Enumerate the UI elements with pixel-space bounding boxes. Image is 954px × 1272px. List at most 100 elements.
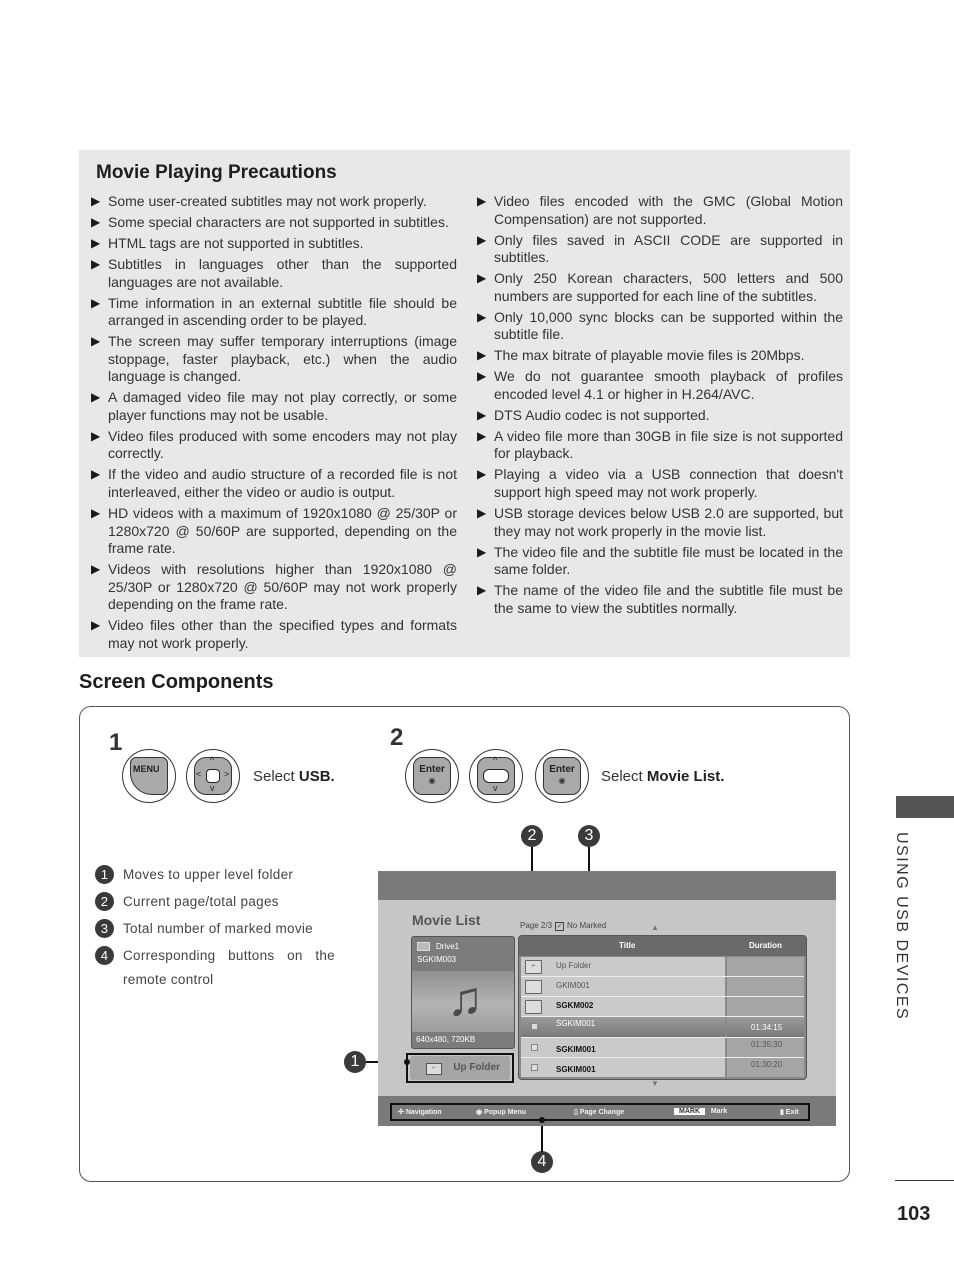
precaution-text: Some special characters are not supporte… [108, 213, 449, 230]
checkbox[interactable] [531, 1023, 538, 1030]
preview-panel: Drive1 SGKIM003 ♫ 640x480, 720KB [411, 936, 515, 1049]
checkbox[interactable] [531, 1064, 538, 1071]
preview-file-name: SGKIM003 [417, 955, 457, 964]
nav-pad-icon: ^ v < > [186, 749, 240, 803]
movie-list-title: Movie List [412, 912, 481, 928]
table-row-selected[interactable]: SGKIM001 01:34:15 [521, 1017, 804, 1038]
precaution-text: HD videos with a maximum of 1920x1080 @ … [108, 505, 457, 557]
up-folder-label: Up Folder [453, 1062, 500, 1073]
legend-badge: 1 [95, 865, 114, 884]
bullet-triangle-icon: ▶ [91, 562, 101, 577]
checkbox[interactable] [531, 1044, 538, 1051]
step-2-instruction: Select Movie List. [601, 768, 724, 785]
up-folder-button[interactable]: ⌐ Up Folder [410, 1056, 510, 1080]
legend-badge: 4 [95, 946, 114, 965]
precaution-text: The screen may suffer temporary interrup… [108, 333, 457, 385]
legend-text: Current page/total pages [123, 894, 279, 909]
popup-menu-hint: ◉ Popup Menu [476, 1108, 526, 1116]
up-folder-icon: ⌐ [525, 960, 542, 974]
row-duration: 01:30:20 [751, 1060, 783, 1069]
page-change-label: Page Change [579, 1109, 625, 1116]
precaution-item: ▶ The screen may suffer temporary interru… [91, 333, 457, 386]
bullet-triangle-icon: ▶ [477, 428, 487, 443]
bullet-triangle-icon: ▶ [477, 232, 487, 247]
bullet-triangle-icon: ▶ [477, 467, 487, 482]
precaution-item: ▶ Video files encoded with the GMC (Globa… [477, 193, 843, 228]
callout-4-dot [539, 1117, 545, 1123]
bullet-triangle-icon: ▶ [91, 467, 101, 482]
precaution-item: ▶ Only files saved in ASCII CODE are supp… [477, 232, 843, 267]
row-duration: 01:35:30 [751, 1040, 783, 1049]
precaution-item: ▶ Subtitles in languages other than the s… [91, 256, 457, 291]
precaution-item: ▶ Some special characters are not support… [91, 214, 457, 232]
scroll-up-icon[interactable]: ▲ [651, 923, 659, 932]
legend-text: Corresponding buttons on the remote cont… [123, 948, 335, 987]
table-row[interactable]: SGKIM001 01:35:30 [521, 1038, 804, 1058]
precaution-item: ▶ We do not guarantee smooth playback of … [477, 368, 843, 403]
bullet-triangle-icon: ▶ [477, 583, 487, 598]
bullet-triangle-icon: ▶ [91, 194, 101, 208]
enter-dot-icon: ◉ [428, 776, 436, 785]
legend-badge: 3 [95, 919, 114, 938]
precaution-text: Videos with resolutions higher than 1920… [108, 561, 457, 613]
bullet-triangle-icon: ▶ [91, 256, 101, 271]
row-name: Up Folder [556, 961, 592, 970]
table-row[interactable]: SGKM002 [521, 997, 804, 1017]
legend-item: 4 Corresponding buttons on the remote con… [95, 944, 335, 992]
bullet-triangle-icon: ▶ [91, 428, 101, 443]
mark-key-icon: MARK [674, 1108, 705, 1115]
bullet-triangle-icon: ▶ [477, 369, 487, 384]
row-name: SGKIM001 [556, 1065, 596, 1074]
precaution-item: ▶ HD videos with a maximum of 1920x1080 @… [91, 505, 457, 558]
folder-icon [525, 980, 542, 994]
navigation-label: Navigation [405, 1109, 442, 1116]
precaution-item: ▶ Only 250 Korean characters, 500 letters… [477, 270, 843, 305]
up-arrow-icon: ^ [493, 755, 498, 765]
table-header: Title Duration [519, 936, 806, 956]
up-folder-icon: ⌐ [426, 1063, 442, 1075]
up-down-pad-icon: ^ v [469, 749, 523, 803]
step-2-number: 2 [390, 724, 404, 751]
music-note-icon: ♫ [447, 973, 483, 1026]
precaution-text: A damaged video file may not play correc… [108, 389, 457, 423]
step-1-prefix: Select [253, 768, 299, 785]
step-1-number: 1 [109, 729, 123, 756]
precaution-item: ▶ The name of the video file and the subt… [477, 582, 843, 617]
marked-count: No Marked [567, 921, 607, 930]
right-arrow-icon: > [224, 769, 230, 779]
precaution-item: ▶ Video files produced with some encoders… [91, 428, 457, 463]
precaution-item: ▶ Playing a video via a USB connection th… [477, 466, 843, 501]
callout-4: 4 [531, 1151, 553, 1173]
mark-label: Mark [710, 1108, 728, 1115]
legend-badge: 2 [95, 892, 114, 911]
table-row[interactable]: ⌐ Up Folder [521, 957, 804, 977]
preview-image: ♫ [412, 971, 514, 1032]
page-indicator: Page 2/3 [520, 921, 553, 930]
navigation-icon: ✣ [398, 1109, 406, 1116]
precaution-text: HTML tags are not supported in subtitles… [108, 234, 364, 251]
row-name: GKIM001 [556, 981, 590, 990]
row-duration: 01:34:15 [751, 1023, 783, 1032]
bullet-triangle-icon: ▶ [91, 334, 101, 349]
precaution-text: Only files saved in ASCII CODE are suppo… [494, 231, 843, 266]
folder-icon [525, 1000, 542, 1014]
legend-text: Moves to upper level folder [123, 867, 294, 882]
left-arrow-icon: < [196, 769, 202, 779]
preview-file-size: 640x480, 720KB [416, 1035, 476, 1044]
precaution-item: ▶ Only 10,000 sync blocks can be supporte… [477, 309, 843, 344]
bullet-triangle-icon: ▶ [91, 506, 101, 521]
precaution-item: ▶ Videos with resolutions higher than 192… [91, 561, 457, 614]
table-row[interactable]: GKIM001 [521, 977, 804, 997]
tv-top-bar [378, 871, 836, 900]
scroll-down-icon[interactable]: ▼ [651, 1079, 659, 1088]
table-row[interactable]: SGKIM001 01:30:20 [521, 1058, 804, 1077]
precaution-text: Video files other than the specified typ… [108, 617, 457, 651]
precaution-text: The video file and the subtitle file mus… [494, 543, 843, 578]
column-title: Title [619, 941, 636, 950]
navigation-hint: ✣ Navigation [398, 1108, 442, 1116]
precaution-text: Time information in an external subtitle… [108, 294, 457, 329]
enter-key-label: Enter [419, 764, 445, 775]
page-number-rule [895, 1180, 954, 1181]
precaution-text: We do not guarantee smooth playback of p… [494, 368, 843, 402]
menu-button-icon: MENU [122, 749, 176, 803]
